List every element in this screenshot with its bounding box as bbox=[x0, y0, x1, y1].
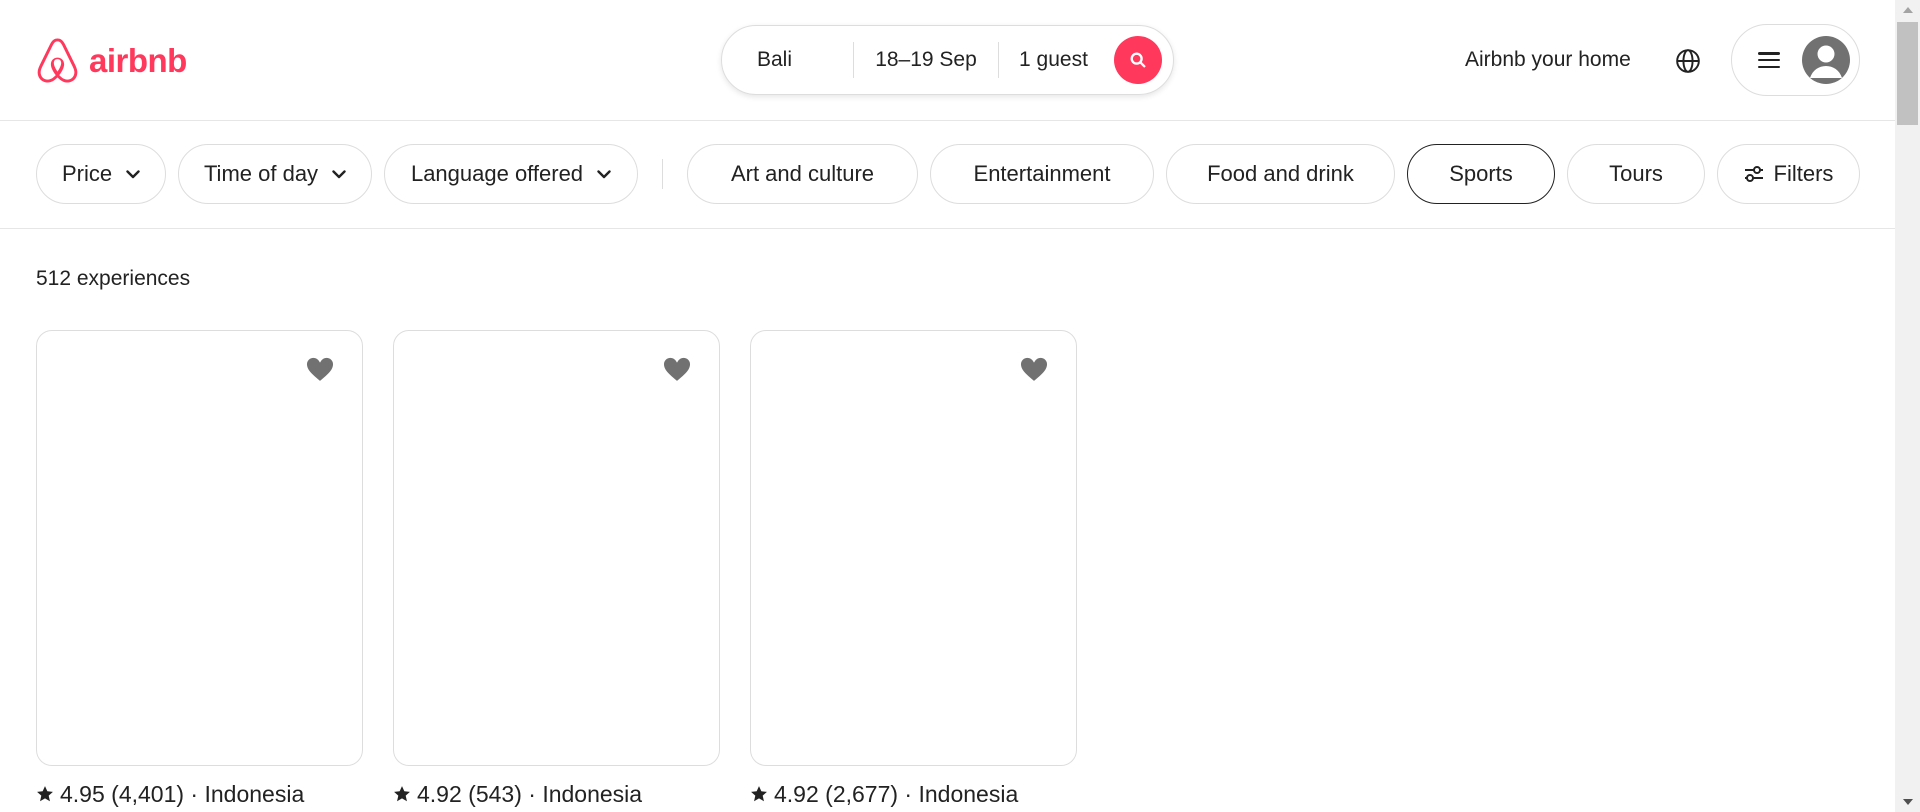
category-label: Food and drink bbox=[1207, 161, 1354, 186]
price-dropdown[interactable]: Price bbox=[36, 144, 166, 204]
scroll-down-arrow-icon[interactable] bbox=[1895, 792, 1920, 812]
scroll-up-arrow-icon[interactable] bbox=[1895, 0, 1920, 20]
rating-value: 4.92 bbox=[417, 781, 462, 807]
filters-button[interactable]: Filters bbox=[1717, 144, 1860, 204]
experience-card-image[interactable] bbox=[393, 330, 720, 766]
heart-icon[interactable] bbox=[305, 356, 335, 383]
experience-card[interactable]: 4.92 (2,677) · Indonesia bbox=[750, 330, 1077, 807]
experience-card[interactable]: 4.92 (543) · Indonesia bbox=[393, 330, 720, 807]
category-tours[interactable]: Tours bbox=[1567, 144, 1705, 204]
experience-card[interactable]: 4.95 (4,401) · Indonesia bbox=[36, 330, 363, 807]
language-offered-dropdown[interactable]: Language offered bbox=[384, 144, 638, 204]
category-food-and-drink[interactable]: Food and drink bbox=[1166, 144, 1395, 204]
airbnb-logo[interactable]: airbnb bbox=[34, 36, 187, 85]
experience-card-image[interactable] bbox=[36, 330, 363, 766]
experience-card-meta: 4.95 (4,401) · Indonesia bbox=[36, 780, 304, 808]
search-icon bbox=[1130, 52, 1146, 68]
airbnb-logo-icon bbox=[37, 38, 78, 83]
category-label: Sports bbox=[1449, 161, 1513, 186]
profile-menu-button[interactable] bbox=[1731, 24, 1860, 96]
scrollbar-thumb[interactable] bbox=[1897, 22, 1918, 125]
search-guests[interactable]: 1 guest bbox=[999, 26, 1112, 94]
chevron-down-icon bbox=[597, 169, 611, 178]
user-avatar-icon bbox=[1802, 36, 1850, 84]
airbnb-your-home-link[interactable]: Airbnb your home bbox=[1465, 47, 1631, 73]
experience-card-meta: 4.92 (2,677) · Indonesia bbox=[750, 780, 1018, 808]
meta-separator: · bbox=[528, 781, 536, 807]
category-label: Art and culture bbox=[730, 161, 875, 186]
star-icon bbox=[394, 786, 410, 802]
heart-icon[interactable] bbox=[1019, 356, 1049, 383]
experience-location: Indonesia bbox=[918, 781, 1019, 807]
top-header: airbnb Bali 18–19 Sep 1 guest Airbnb you… bbox=[0, 0, 1895, 121]
chevron-down-icon bbox=[332, 169, 346, 178]
filter-divider bbox=[662, 159, 663, 189]
experience-card-meta: 4.92 (543) · Indonesia bbox=[393, 780, 642, 808]
filters-sliders-icon bbox=[1744, 166, 1763, 182]
review-count: (543) bbox=[468, 781, 522, 807]
experience-location: Indonesia bbox=[204, 781, 305, 807]
filters-button-label: Filters bbox=[1773, 161, 1834, 186]
heart-icon[interactable] bbox=[662, 356, 692, 383]
brand-name: airbnb bbox=[89, 42, 187, 79]
meta-separator: · bbox=[904, 781, 913, 807]
experience-location: Indonesia bbox=[542, 781, 643, 807]
category-entertainment[interactable]: Entertainment bbox=[930, 144, 1154, 204]
hamburger-menu-icon bbox=[1758, 52, 1780, 68]
category-art-and-culture[interactable]: Art and culture bbox=[687, 144, 918, 204]
globe-icon[interactable] bbox=[1675, 48, 1701, 74]
meta-separator: · bbox=[190, 781, 199, 807]
time-of-day-dropdown[interactable]: Time of day bbox=[178, 144, 372, 204]
experience-card-image[interactable] bbox=[750, 330, 1077, 766]
review-count: (4,401) bbox=[111, 781, 185, 807]
search-dates[interactable]: 18–19 Sep bbox=[854, 26, 998, 94]
star-icon bbox=[37, 786, 53, 802]
category-label: Tours bbox=[1609, 161, 1663, 186]
rating-value: 4.95 bbox=[60, 781, 105, 807]
star-icon bbox=[751, 786, 767, 802]
results-count: 512 experiences bbox=[36, 267, 191, 290]
language-offered-dropdown-label: Language offered bbox=[410, 161, 584, 186]
time-of-day-dropdown-label: Time of day bbox=[203, 161, 319, 186]
search-button[interactable] bbox=[1114, 36, 1162, 84]
price-dropdown-label: Price bbox=[61, 161, 113, 186]
search-bar[interactable]: Bali 18–19 Sep 1 guest bbox=[721, 25, 1174, 95]
chevron-down-icon bbox=[126, 169, 140, 178]
filter-bar: Price Time of day Language offered Art a… bbox=[0, 121, 1895, 229]
vertical-scrollbar[interactable] bbox=[1895, 0, 1920, 812]
category-label: Entertainment bbox=[973, 161, 1111, 186]
search-location[interactable]: Bali bbox=[722, 26, 853, 94]
rating-value: 4.92 bbox=[774, 781, 819, 807]
review-count: (2,677) bbox=[825, 781, 899, 807]
category-sports[interactable]: Sports bbox=[1407, 144, 1555, 204]
